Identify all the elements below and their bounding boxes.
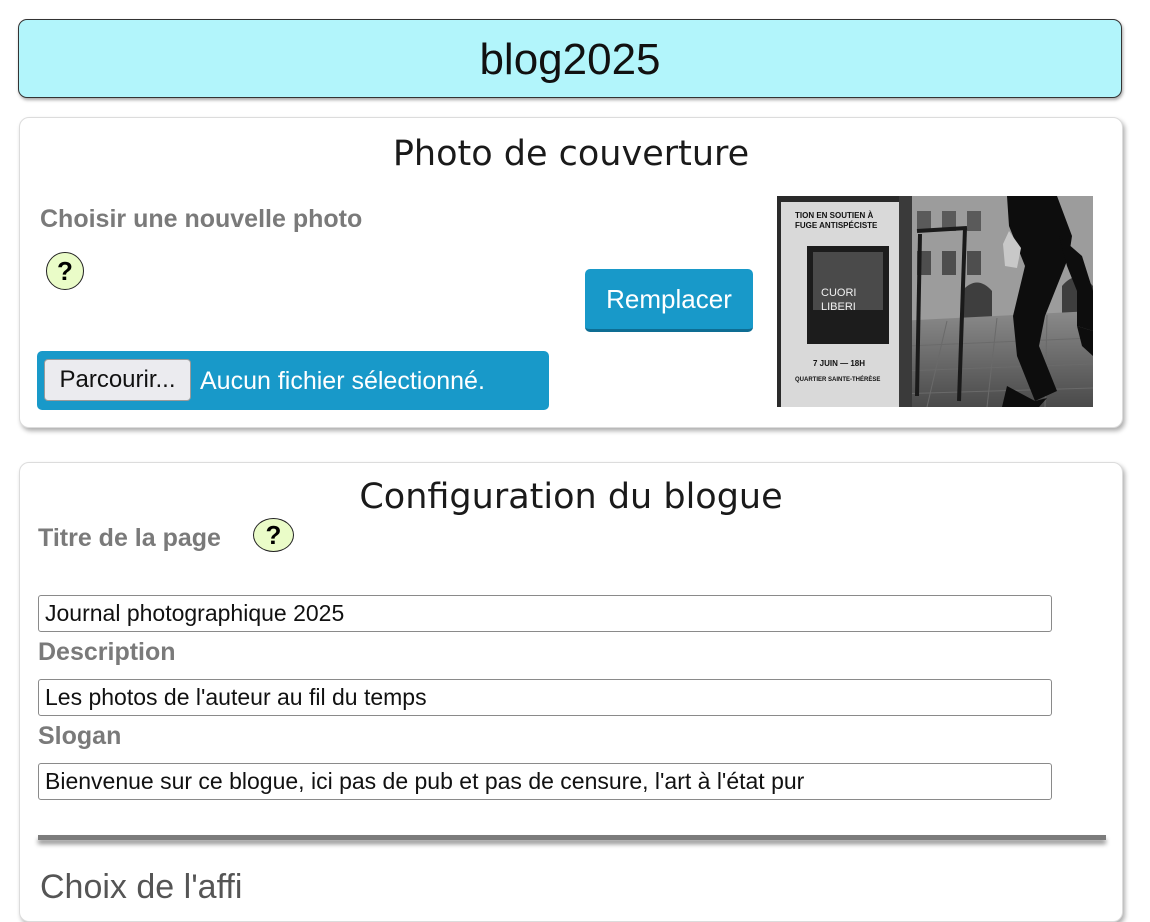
page-title-label: Titre de la page bbox=[38, 524, 221, 552]
poster-line-3: CUORI bbox=[821, 287, 856, 299]
cover-photo-thumbnail: TION EN SOUTIEN À FUGE ANTISPÉCISTE CUOR… bbox=[777, 196, 1093, 407]
poster-line-4: LIBERI bbox=[821, 301, 856, 313]
cover-panel-title: Photo de couverture bbox=[392, 134, 750, 174]
poster-line-5: 7 JUIN — 18H bbox=[813, 359, 865, 368]
config-panel-title: Configuration du blogue bbox=[359, 477, 783, 517]
cover-photo-panel: Photo de couverture Choisir une nouvelle… bbox=[19, 117, 1123, 428]
description-input[interactable] bbox=[38, 679, 1052, 716]
slogan-label: Slogan bbox=[38, 722, 122, 750]
cover-photo-image: TION EN SOUTIEN À FUGE ANTISPÉCISTE CUOR… bbox=[777, 196, 1093, 407]
replace-button[interactable]: Remplacer bbox=[585, 269, 753, 332]
poster-line-1: TION EN SOUTIEN À bbox=[795, 211, 873, 220]
next-section-heading: Choix de l'affi bbox=[40, 868, 243, 906]
section-separator bbox=[38, 835, 1106, 840]
description-label: Description bbox=[38, 638, 176, 666]
poster-line-2: FUGE ANTISPÉCISTE bbox=[795, 221, 878, 230]
file-input[interactable]: Parcourir... Aucun fichier sélectionné. bbox=[37, 351, 549, 410]
blog-config-panel: Configuration du blogue Titre de la page… bbox=[19, 462, 1123, 922]
page-title-input[interactable] bbox=[38, 595, 1052, 632]
cover-help-button[interactable]: ? bbox=[46, 252, 84, 290]
blog-header: blog2025 bbox=[18, 19, 1122, 98]
poster-line-6: QUARTIER SAINTE-THÉRÈSE bbox=[795, 375, 880, 383]
browse-button[interactable]: Parcourir... bbox=[44, 359, 191, 401]
choose-photo-label: Choisir une nouvelle photo bbox=[40, 205, 363, 233]
page-title-help-button[interactable]: ? bbox=[253, 518, 294, 552]
blog-title: blog2025 bbox=[479, 35, 661, 84]
file-status-text: Aucun fichier sélectionné. bbox=[200, 367, 485, 395]
slogan-input[interactable] bbox=[38, 763, 1052, 800]
